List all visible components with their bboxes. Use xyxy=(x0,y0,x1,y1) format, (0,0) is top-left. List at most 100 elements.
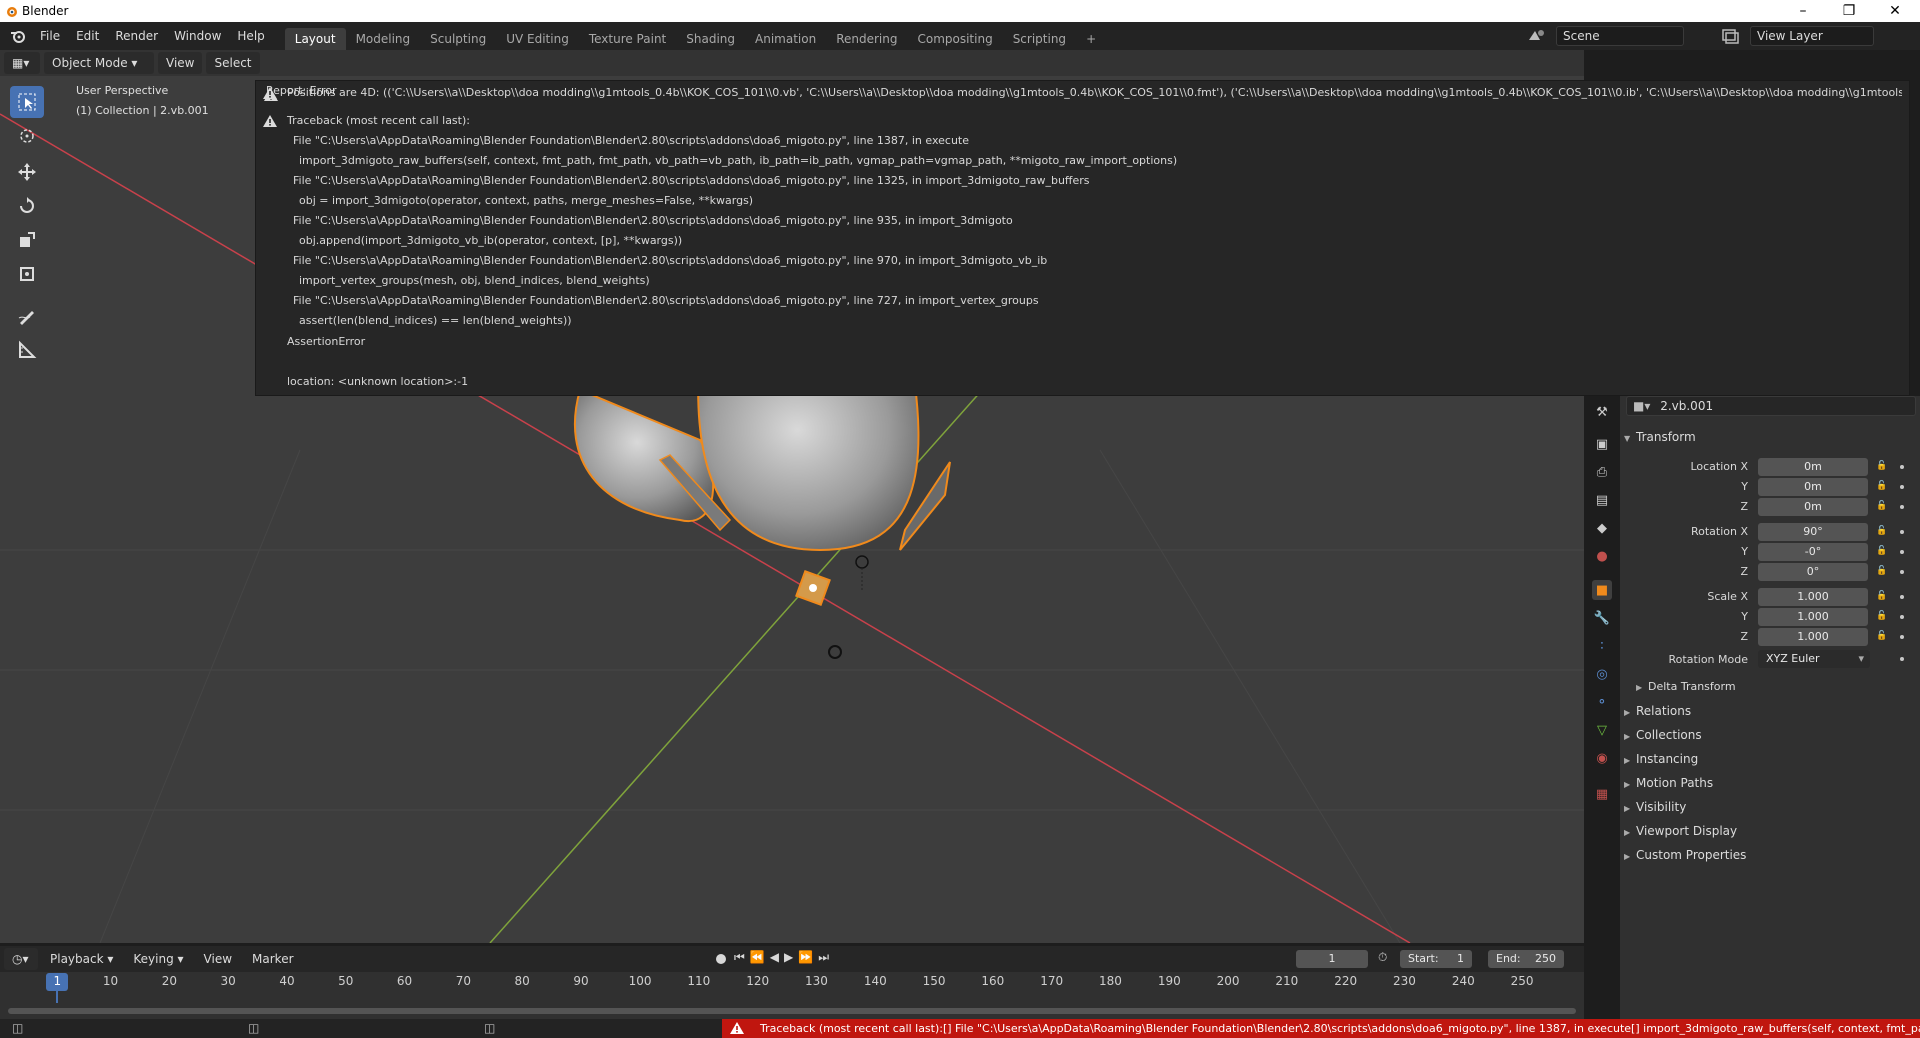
record-icon[interactable] xyxy=(712,950,730,968)
lock-icon[interactable]: 🔓 xyxy=(1876,611,1887,621)
keyframe-dot-icon[interactable] xyxy=(1900,465,1904,469)
view-menu[interactable]: View xyxy=(158,52,203,74)
location-y-field[interactable]: 0m xyxy=(1758,478,1868,496)
keying-menu[interactable]: Keying ▾ xyxy=(125,948,191,970)
object-mode-dropdown[interactable]: Object Mode ▾ xyxy=(44,52,154,74)
lock-icon[interactable]: 🔓 xyxy=(1876,546,1887,556)
keyframe-dot-icon[interactable] xyxy=(1900,657,1904,661)
restore-icon[interactable]: ❐ xyxy=(1826,0,1872,22)
current-frame-field[interactable]: 1 xyxy=(1296,950,1368,968)
viewport-display-section-header[interactable]: ▶ Viewport Display xyxy=(1624,824,1737,838)
timeline-scrollbar[interactable] xyxy=(8,1008,1576,1014)
collections-section-header[interactable]: ▶ Collections xyxy=(1624,728,1702,742)
tab-rendering[interactable]: Rendering xyxy=(826,28,907,50)
scale-x-field[interactable]: 1.000 xyxy=(1758,588,1868,606)
tool-tab-icon[interactable]: ⚒ xyxy=(1592,402,1612,422)
world-tab-icon[interactable]: ● xyxy=(1592,546,1612,566)
timeline-view-menu[interactable]: View xyxy=(196,948,240,970)
tab-sculpting[interactable]: Sculpting xyxy=(420,28,496,50)
instancing-section-header[interactable]: ▶ Instancing xyxy=(1624,752,1698,766)
scale-y-field[interactable]: 1.000 xyxy=(1758,608,1868,626)
keyframe-dot-icon[interactable] xyxy=(1900,635,1904,639)
menu-edit[interactable]: Edit xyxy=(68,22,107,50)
start-frame-field[interactable]: Start: 1 xyxy=(1400,950,1472,968)
timeline-ruler[interactable]: 1 10 20 30 40 50 60 70 80 90 100 110 120 130 140 150 160… xyxy=(0,972,1584,992)
data-tab-icon[interactable]: ▽ xyxy=(1592,720,1612,740)
cursor-tool-icon[interactable] xyxy=(10,120,44,152)
location-z-field[interactable]: 0m xyxy=(1758,498,1868,516)
view-layer-selector[interactable]: View Layer xyxy=(1750,26,1874,46)
scale-z-field[interactable]: 1.000 xyxy=(1758,628,1868,646)
next-keyframe-icon[interactable]: ⏩ xyxy=(798,950,818,964)
scale-tool-icon[interactable] xyxy=(10,224,44,256)
keyframe-dot-icon[interactable] xyxy=(1900,615,1904,619)
menu-file[interactable]: File xyxy=(32,22,68,50)
play-reverse-icon[interactable]: ◀ xyxy=(770,950,784,964)
tab-modeling[interactable]: Modeling xyxy=(346,28,421,50)
jump-start-icon[interactable]: ⏮ xyxy=(734,950,750,964)
keyframe-dot-icon[interactable] xyxy=(1900,530,1904,534)
motion-paths-section-header[interactable]: ▶ Motion Paths xyxy=(1624,776,1713,790)
scene-icon[interactable] xyxy=(1526,26,1548,46)
tab-texture-paint[interactable]: Texture Paint xyxy=(579,28,676,50)
lock-icon[interactable]: 🔓 xyxy=(1876,481,1887,491)
keyframe-dot-icon[interactable] xyxy=(1900,550,1904,554)
playback-menu[interactable]: Playback ▾ xyxy=(42,948,121,970)
view-layer-icon[interactable] xyxy=(1720,26,1742,46)
texture-tab-icon[interactable]: ▦ xyxy=(1592,784,1612,804)
measure-tool-icon[interactable] xyxy=(10,334,44,366)
scene-selector[interactable]: Scene xyxy=(1556,26,1684,46)
select-box-tool-icon[interactable] xyxy=(10,86,44,118)
material-tab-icon[interactable]: ◉ xyxy=(1592,748,1612,768)
tab-shading[interactable]: Shading xyxy=(676,28,745,50)
view-layer-tab-icon[interactable]: ▤ xyxy=(1592,490,1612,510)
keyframe-dot-icon[interactable] xyxy=(1900,570,1904,574)
lock-icon[interactable]: 🔓 xyxy=(1876,566,1887,576)
rotation-z-field[interactable]: 0° xyxy=(1758,563,1868,581)
physics-tab-icon[interactable]: ◎ xyxy=(1592,664,1612,684)
lock-icon[interactable]: 🔓 xyxy=(1876,501,1887,511)
visibility-section-header[interactable]: ▶ Visibility xyxy=(1624,800,1686,814)
render-tab-icon[interactable]: ▣ xyxy=(1592,434,1612,454)
editor-type-icon[interactable]: ▦▾ xyxy=(4,52,40,74)
delta-transform-header[interactable]: ▶ Delta Transform xyxy=(1636,680,1736,693)
select-menu[interactable]: Select xyxy=(206,52,260,74)
tab-compositing[interactable]: Compositing xyxy=(907,28,1002,50)
modifier-tab-icon[interactable]: 🔧 xyxy=(1592,608,1612,628)
object-tab-icon[interactable]: ■ xyxy=(1592,580,1612,600)
add-workspace-button[interactable]: + xyxy=(1076,28,1106,50)
status-error-message[interactable]: Traceback (most recent call last):[] Fil… xyxy=(722,1019,1920,1038)
menu-render[interactable]: Render xyxy=(107,22,166,50)
transform-section-header[interactable]: ▼ Transform xyxy=(1624,430,1696,444)
tab-uv-editing[interactable]: UV Editing xyxy=(496,28,579,50)
timeline-editor-type-icon[interactable]: ◷▾ xyxy=(4,948,38,970)
rotation-mode-dropdown[interactable]: XYZ Euler ▾ xyxy=(1758,650,1870,668)
keyframe-dot-icon[interactable] xyxy=(1900,595,1904,599)
close-icon[interactable]: ✕ xyxy=(1872,0,1918,22)
rotation-x-field[interactable]: 90° xyxy=(1758,523,1868,541)
minimize-icon[interactable]: – xyxy=(1780,0,1826,22)
constraints-tab-icon[interactable]: ⚬ xyxy=(1592,692,1612,712)
lock-icon[interactable]: 🔓 xyxy=(1876,526,1887,536)
object-name-field[interactable]: ■▾ 2.vb.001 xyxy=(1626,396,1916,416)
end-frame-field[interactable]: End: 250 xyxy=(1488,950,1564,968)
rotation-y-field[interactable]: -0° xyxy=(1758,543,1868,561)
jump-end-icon[interactable]: ⏭ xyxy=(818,950,834,964)
custom-properties-section-header[interactable]: ▶ Custom Properties xyxy=(1624,848,1746,862)
particles-tab-icon[interactable]: ∶ xyxy=(1592,636,1612,656)
move-tool-icon[interactable] xyxy=(10,156,44,188)
menu-help[interactable]: Help xyxy=(229,22,272,50)
prev-keyframe-icon[interactable]: ⏪ xyxy=(750,950,770,964)
lock-icon[interactable]: 🔓 xyxy=(1876,461,1887,471)
tab-scripting[interactable]: Scripting xyxy=(1003,28,1076,50)
keyframe-dot-icon[interactable] xyxy=(1900,485,1904,489)
blender-menu-icon[interactable] xyxy=(10,28,26,44)
annotate-tool-icon[interactable] xyxy=(10,300,44,332)
lock-icon[interactable]: 🔓 xyxy=(1876,591,1887,601)
output-tab-icon[interactable]: ⎙ xyxy=(1592,462,1612,482)
tab-animation[interactable]: Animation xyxy=(745,28,826,50)
menu-window[interactable]: Window xyxy=(166,22,229,50)
play-icon[interactable]: ▶ xyxy=(784,950,798,964)
location-x-field[interactable]: 0m xyxy=(1758,458,1868,476)
keyframe-dot-icon[interactable] xyxy=(1900,505,1904,509)
